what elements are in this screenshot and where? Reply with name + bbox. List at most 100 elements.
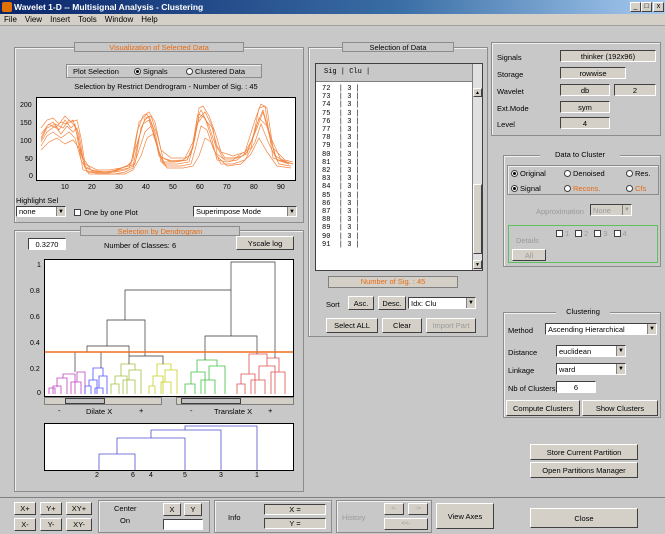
scroll-up-icon[interactable]: ▲ — [473, 88, 482, 97]
method-select[interactable]: Ascending Hierarchical ▼ — [545, 323, 657, 335]
scroll-down-icon[interactable]: ▼ — [473, 260, 482, 269]
dilate-slider-thumb[interactable] — [65, 398, 105, 404]
detail-2-checkbox[interactable]: 2 — [575, 229, 588, 238]
detail-4-checkbox[interactable]: 4 — [613, 229, 627, 238]
list-item[interactable]: 83 | 3 | — [322, 175, 360, 183]
maximize-button[interactable]: □ — [641, 2, 652, 12]
highlight-select[interactable]: none ▼ — [16, 206, 66, 217]
minimize-button[interactable]: _ — [630, 2, 641, 12]
radio-original[interactable]: Original — [511, 169, 546, 178]
scrollbar-thumb[interactable] — [473, 184, 482, 254]
radio-original-label: Original — [520, 169, 546, 178]
details-all-button[interactable]: All — [512, 249, 546, 261]
list-item[interactable]: 80 | 3 | — [322, 151, 360, 159]
list-item[interactable]: 91 | 3 | — [322, 241, 360, 249]
translate-slider[interactable] — [176, 397, 294, 405]
signals-label: Signals — [497, 53, 522, 62]
center-value-field[interactable] — [163, 519, 203, 530]
zoom-x-plus-button[interactable]: X+ — [14, 502, 36, 515]
zoom-xy-plus-button[interactable]: XY+ — [66, 502, 92, 515]
history-reset-icon[interactable]: <<- — [384, 518, 428, 530]
info-label: Info — [228, 513, 241, 522]
radio-signal[interactable]: Signal — [511, 184, 541, 193]
list-item[interactable]: 86 | 3 | — [322, 200, 360, 208]
list-item[interactable]: 73 | 3 | — [322, 93, 360, 101]
view-axes-button[interactable]: View Axes — [436, 503, 494, 529]
list-item[interactable]: 85 | 3 | — [322, 192, 360, 200]
list-item[interactable]: 76 | 3 | — [322, 118, 360, 126]
linkage-select[interactable]: ward ▼ — [556, 363, 626, 375]
dilate-minus[interactable]: - — [58, 406, 61, 415]
highlight-sel-label: Highlight Sel — [16, 196, 59, 205]
menu-help[interactable]: Help — [137, 14, 161, 26]
close-window-button[interactable]: x — [653, 2, 664, 12]
menu-view[interactable]: View — [21, 14, 46, 26]
open-partitions-manager-button[interactable]: Open Partitions Manager — [530, 462, 638, 478]
zoom-y-plus-button[interactable]: Y+ — [40, 502, 62, 515]
close-button[interactable]: Close — [530, 508, 638, 528]
sort-desc-button[interactable]: Desc. — [378, 296, 406, 310]
dilate-slider[interactable] — [44, 397, 162, 405]
list-item[interactable]: 87 | 3 | — [322, 208, 360, 216]
list-item[interactable]: 84 | 3 | — [322, 183, 360, 191]
y-tick-label: 150 — [20, 120, 32, 127]
dilate-plus[interactable]: + — [139, 406, 143, 415]
show-clusters-button[interactable]: Show Clusters — [582, 400, 658, 416]
center-x-button[interactable]: X — [163, 503, 181, 516]
detail-3-checkbox[interactable]: 3 — [594, 229, 608, 238]
distance-select[interactable]: euclidean ▼ — [556, 345, 626, 357]
store-partition-button[interactable]: Store Current Partition — [530, 444, 638, 460]
list-scrollbar[interactable]: ▲ ▼ — [472, 64, 482, 270]
translate-plus[interactable]: + — [268, 406, 272, 415]
list-item[interactable]: 75 | 3 | — [322, 110, 360, 118]
radio-res[interactable]: Res. — [626, 169, 650, 178]
list-item[interactable]: 78 | 3 | — [322, 134, 360, 142]
list-item[interactable]: 79 | 3 | — [322, 142, 360, 150]
list-item[interactable]: 90 | 3 | — [322, 233, 360, 241]
sort-asc-button[interactable]: Asc. — [348, 296, 374, 310]
menu-insert[interactable]: Insert — [46, 14, 74, 26]
list-item[interactable]: 72 | 3 | — [322, 85, 360, 93]
yscale-log-button[interactable]: Yscale log — [236, 236, 294, 250]
radio-denoised[interactable]: Denoised — [564, 169, 605, 178]
translate-label: Translate X — [214, 407, 253, 416]
menu-window[interactable]: Window — [101, 14, 137, 26]
menu-file[interactable]: File — [0, 14, 21, 26]
list-item[interactable]: 74 | 3 | — [322, 101, 360, 109]
translate-minus[interactable]: - — [190, 406, 193, 415]
x-tick-label: 50 — [169, 184, 177, 191]
menu-tools[interactable]: Tools — [74, 14, 101, 26]
clear-button[interactable]: Clear — [382, 318, 422, 333]
zoom-x-minus-button[interactable]: X- — [14, 518, 36, 531]
list-item[interactable]: 77 | 3 | — [322, 126, 360, 134]
list-item[interactable]: 81 | 3 | — [322, 159, 360, 167]
detail-1-checkbox[interactable]: 1 — [556, 229, 569, 238]
zoom-xy-minus-button[interactable]: XY- — [66, 518, 92, 531]
history-forward-icon[interactable]: -> — [408, 503, 428, 515]
nb-clusters-input[interactable]: 6 — [556, 381, 596, 393]
list-item[interactable]: 82 | 3 | — [322, 167, 360, 175]
translate-slider-thumb[interactable] — [181, 398, 241, 404]
center-label: Center — [114, 504, 137, 513]
threshold-value[interactable]: 0.3270 — [28, 238, 66, 250]
selection-list[interactable]: Sig | Clu | 72 | 3 | 73 | 3 | 74 | 3 | 7… — [315, 63, 483, 271]
radio-signals[interactable]: Signals — [134, 67, 168, 76]
import-part-button[interactable]: Import Part — [426, 318, 476, 333]
selection-title: Selection of Data — [342, 42, 454, 52]
one-by-one-checkbox[interactable]: One by one Plot — [74, 208, 138, 217]
plot-mode-value: Superimpose Mode — [196, 207, 262, 216]
list-item[interactable]: 89 | 3 | — [322, 224, 360, 232]
sort-index-select[interactable]: Idx: Clu ▼ — [408, 297, 476, 309]
history-back-icon[interactable]: <- — [384, 503, 404, 515]
approximation-select[interactable]: None ▼ — [590, 204, 632, 216]
list-item[interactable]: 88 | 3 | — [322, 216, 360, 224]
radio-clustered[interactable]: Clustered Data — [186, 67, 245, 76]
zoom-y-minus-button[interactable]: Y- — [40, 518, 62, 531]
radio-cfs[interactable]: Cfs — [626, 184, 646, 193]
radio-recons[interactable]: Recons. — [564, 184, 601, 193]
center-y-button[interactable]: Y — [184, 503, 202, 516]
select-all-button[interactable]: Select ALL — [326, 318, 378, 333]
x-tick-label: 70 — [223, 184, 231, 191]
compute-clusters-button[interactable]: Compute Clusters — [506, 400, 580, 416]
plot-mode-select[interactable]: Superimpose Mode ▼ — [193, 206, 297, 217]
